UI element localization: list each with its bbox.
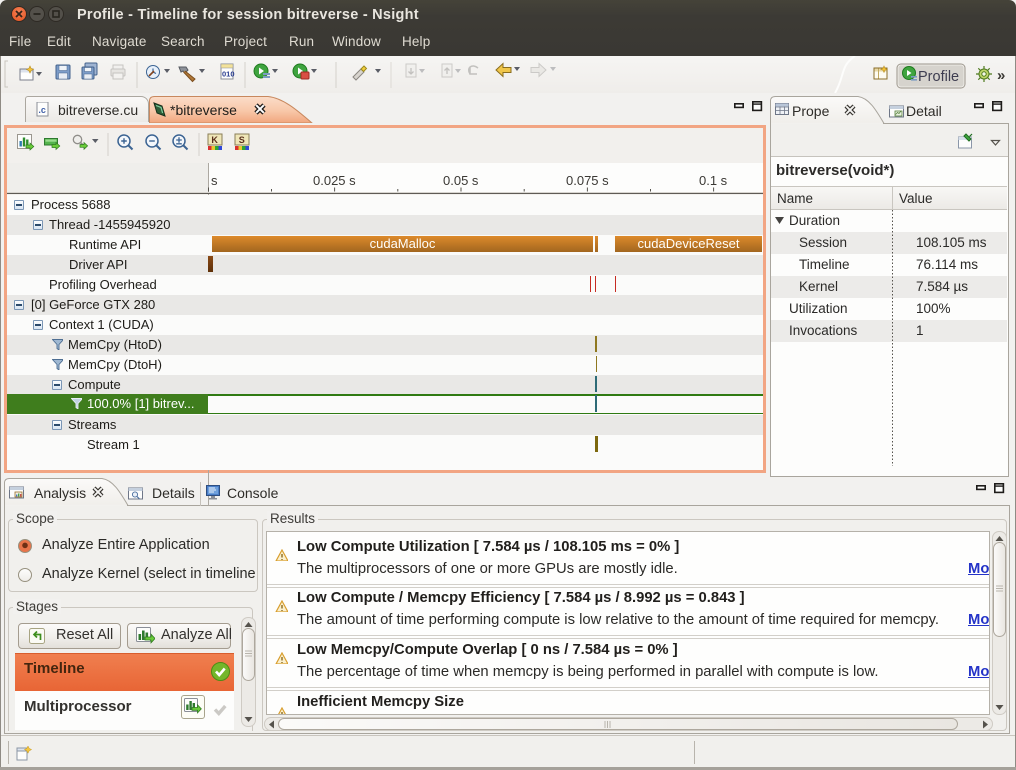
svg-text:0.025 s: 0.025 s [313, 173, 356, 188]
svg-text:Profile: Profile [918, 69, 959, 85]
svg-text:0.05 s: 0.05 s [443, 173, 479, 188]
svg-text:»: » [997, 67, 1005, 84]
svg-text:.c: .c [38, 105, 46, 115]
svg-text:0.075 s: 0.075 s [566, 173, 609, 188]
svg-text:0.1 s: 0.1 s [699, 173, 728, 188]
svg-text:S: S [239, 135, 245, 145]
svg-text:K: K [211, 135, 218, 145]
svg-text:010: 010 [222, 70, 235, 79]
svg-text:s: s [211, 173, 218, 188]
